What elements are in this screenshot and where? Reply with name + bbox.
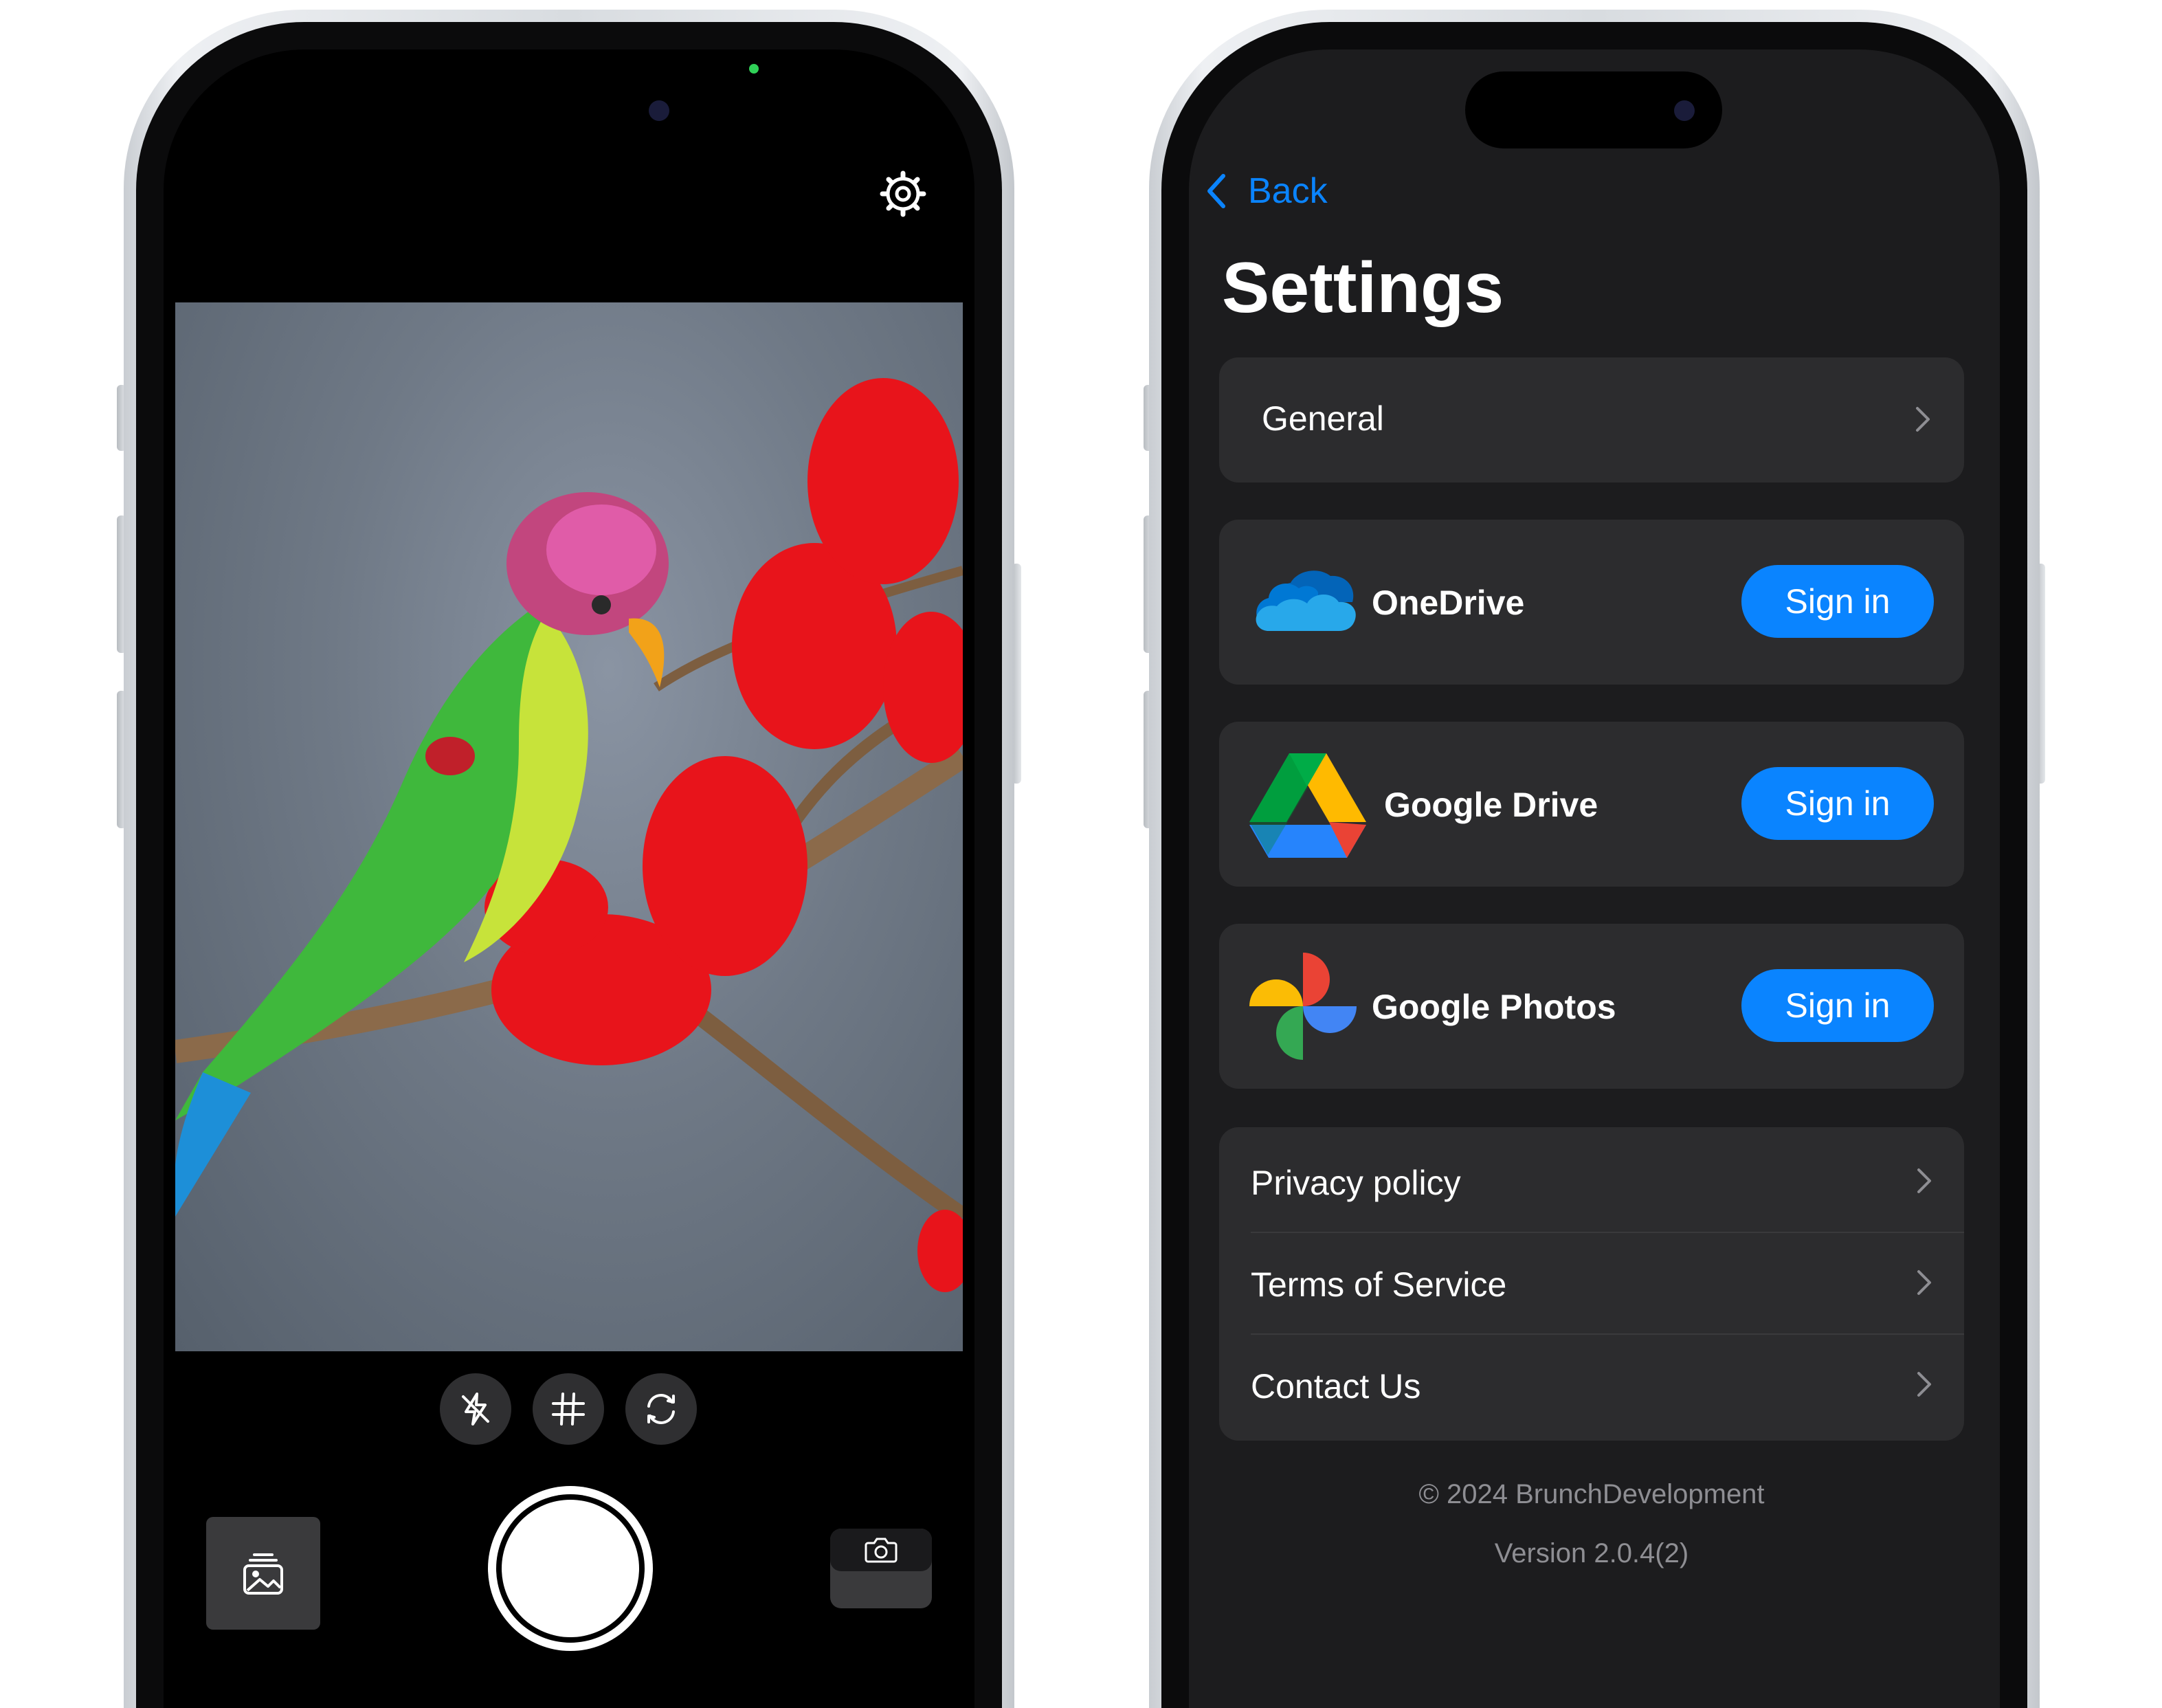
chevron-right-icon — [1917, 1168, 1931, 1193]
chevron-left-icon — [1207, 174, 1225, 208]
page-title: Settings — [1222, 248, 1504, 328]
flash-off-button[interactable] — [440, 1373, 511, 1445]
chevron-right-icon — [1917, 1270, 1931, 1295]
terms-of-service-row[interactable]: Terms of Service — [1219, 1233, 1964, 1333]
general-label: General — [1262, 399, 1384, 438]
links-group: Privacy policy Terms of Service Contact … — [1219, 1127, 1964, 1441]
front-camera-lens — [1674, 100, 1695, 121]
grid-icon — [552, 1393, 585, 1426]
gallery-icon — [243, 1553, 283, 1595]
chevron-right-icon — [1916, 407, 1930, 432]
chevron-right-icon — [1917, 1372, 1931, 1397]
camera-mode-button[interactable] — [830, 1529, 932, 1608]
copyright-text: © 2024 BrunchDevelopment — [1418, 1479, 1765, 1509]
flip-camera-icon — [647, 1394, 675, 1424]
flash-off-icon — [462, 1393, 489, 1426]
flip-camera-button[interactable] — [625, 1373, 697, 1445]
camera-preview — [175, 302, 963, 1351]
google-drive-row: Google Drive Sign in — [1219, 722, 1964, 887]
shutter-core — [502, 1500, 639, 1637]
grid-button[interactable] — [533, 1373, 604, 1445]
google-drive-icon — [1249, 753, 1366, 858]
service-name: Google Photos — [1372, 988, 1616, 1026]
onedrive-row: OneDrive Sign in — [1219, 520, 1964, 685]
settings-gear-icon[interactable] — [878, 169, 928, 219]
back-label: Back — [1248, 171, 1328, 211]
front-camera-lens — [649, 100, 669, 121]
privacy-policy-row[interactable]: Privacy policy — [1219, 1127, 1964, 1232]
general-row[interactable]: General — [1219, 357, 1964, 483]
gallery-button[interactable] — [206, 1517, 320, 1630]
link-label: Terms of Service — [1251, 1265, 1507, 1304]
google-photos-sign-in-button[interactable]: Sign in — [1741, 969, 1934, 1042]
contact-us-row[interactable]: Contact Us — [1219, 1335, 1964, 1441]
google-drive-sign-in-button[interactable]: Sign in — [1741, 767, 1934, 840]
camera-mode-top — [830, 1529, 932, 1571]
camera-in-use-indicator — [749, 64, 759, 74]
back-button[interactable]: Back — [1204, 170, 1328, 212]
link-label: Contact Us — [1251, 1367, 1421, 1406]
service-name: Google Drive — [1384, 786, 1598, 824]
camera-icon — [865, 1538, 898, 1563]
version-text: Version 2.0.4(2) — [1494, 1538, 1689, 1568]
shutter-button[interactable] — [488, 1486, 653, 1651]
service-name: OneDrive — [1372, 584, 1525, 622]
google-photos-icon — [1249, 953, 1357, 1060]
onedrive-sign-in-button[interactable]: Sign in — [1741, 565, 1934, 638]
onedrive-icon — [1256, 570, 1356, 631]
google-photos-row: Google Photos Sign in — [1219, 924, 1964, 1089]
link-label: Privacy policy — [1251, 1164, 1461, 1202]
